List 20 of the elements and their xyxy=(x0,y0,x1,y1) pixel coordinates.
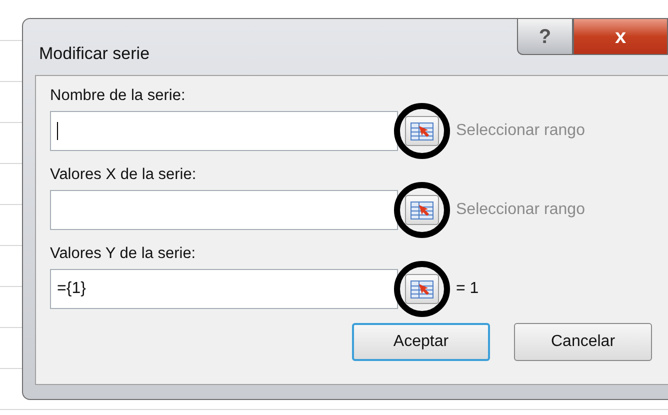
help-button[interactable]: ? xyxy=(517,19,573,55)
range-preview: Seleccionar rango xyxy=(456,200,585,220)
range-select-icon xyxy=(410,279,434,299)
input-field[interactable] xyxy=(50,111,398,151)
dialog-button[interactable]: Cancelar xyxy=(514,323,652,361)
range-select-button[interactable] xyxy=(405,195,439,225)
field-label: Nombre de la serie: xyxy=(50,86,186,106)
range-select-icon xyxy=(410,200,434,220)
window-title: Modificar serie xyxy=(39,43,150,65)
range-preview: Seleccionar rango xyxy=(456,121,585,141)
field-label: Valores X de la serie: xyxy=(50,165,198,185)
dialog-button[interactable]: Aceptar xyxy=(352,323,490,361)
range-select-button[interactable] xyxy=(405,116,439,146)
range-select-button[interactable] xyxy=(405,274,439,304)
input-field[interactable]: ={1} xyxy=(50,269,398,309)
range-preview: = 1 xyxy=(456,279,479,299)
field-label: Valores Y de la serie: xyxy=(50,244,197,264)
range-select-icon xyxy=(410,121,434,141)
close-button[interactable]: x xyxy=(573,19,668,55)
input-field[interactable] xyxy=(50,190,398,230)
